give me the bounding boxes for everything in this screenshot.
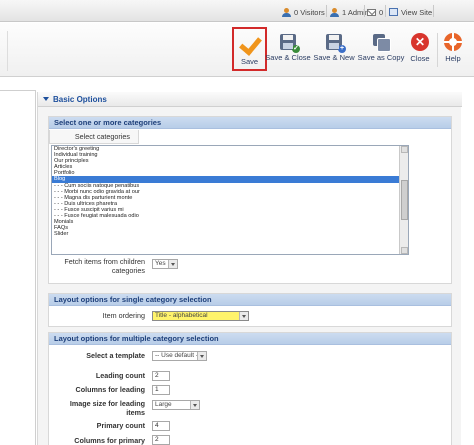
save-new-button[interactable]: + Save & New xyxy=(313,27,355,71)
save-label: Save xyxy=(240,57,259,66)
save-close-label: Save & Close xyxy=(265,53,311,62)
status-divider xyxy=(364,5,365,17)
close-button[interactable]: ✕ Close xyxy=(406,27,434,71)
save-new-label: Save & New xyxy=(313,53,355,62)
panel-title: Basic Options xyxy=(53,94,107,104)
admin-icon xyxy=(330,7,339,17)
help-label: Help xyxy=(445,54,461,63)
item-ordering-select[interactable]: Title - alphabetical xyxy=(152,311,249,321)
category-options: Director's greeting Individual training Ou… xyxy=(52,146,408,237)
toolbar: Save ✓ Save & Close + Save & New Save as… xyxy=(0,23,474,77)
mail-icon xyxy=(367,8,376,16)
status-divider xyxy=(385,5,386,17)
fetch-children-value: Yes xyxy=(155,260,166,267)
template-select[interactable]: -- Use default -- xyxy=(152,351,207,361)
categories-heading: Select one or more categories xyxy=(49,117,451,129)
categories-section: Select one or more categories Select cat… xyxy=(48,116,452,284)
messages-indicator[interactable]: 0 xyxy=(367,6,383,18)
columns-leading-input[interactable]: 1 xyxy=(152,385,170,395)
item-ordering-value: Title - alphabetical xyxy=(155,312,208,319)
chevron-down-icon xyxy=(197,352,206,360)
leading-count-label: Leading count xyxy=(95,371,145,380)
save-close-icon: ✓ xyxy=(280,34,300,53)
image-size-select[interactable]: Large xyxy=(152,400,200,410)
template-value: -- Use default -- xyxy=(155,352,201,359)
save-new-icon: + xyxy=(326,34,346,53)
view-site-link[interactable]: View Site xyxy=(389,6,432,18)
template-label: Select a template xyxy=(86,351,145,360)
save-as-copy-button[interactable]: Save as Copy xyxy=(357,27,405,71)
single-category-section: Layout options for single category selec… xyxy=(48,293,452,327)
primary-count-label: Primary count xyxy=(96,421,145,430)
scroll-up-arrow[interactable] xyxy=(401,146,408,153)
image-size-value: Large xyxy=(155,401,172,408)
select-categories-label: Select categories xyxy=(49,130,139,144)
view-site-label: View Site xyxy=(401,7,433,17)
category-option[interactable]: Slider xyxy=(52,231,408,237)
toolbar-edge xyxy=(0,31,8,71)
columns-primary-input[interactable]: 2 xyxy=(152,435,170,445)
messages-count: 0 xyxy=(379,7,384,17)
scroll-down-arrow[interactable] xyxy=(401,247,408,254)
multiple-category-section: Layout options for multiple category sel… xyxy=(48,332,452,445)
multiple-category-heading: Layout options for multiple category sel… xyxy=(49,333,451,345)
toolbar-divider xyxy=(437,33,438,67)
status-divider xyxy=(326,5,327,17)
collapse-arrow-icon xyxy=(43,97,49,101)
close-label: Close xyxy=(410,54,430,63)
listbox-scrollbar[interactable] xyxy=(399,146,408,254)
categories-listbox[interactable]: Director's greeting Individual training Ou… xyxy=(51,145,409,255)
columns-primary-label: Columns for primary xyxy=(74,436,145,445)
admins-label: 1 Admin xyxy=(342,7,370,17)
status-divider xyxy=(433,5,434,17)
badge-plus-icon: + xyxy=(338,45,346,53)
checkmark-icon xyxy=(240,34,260,54)
chevron-down-icon xyxy=(239,312,248,320)
view-site-icon xyxy=(389,8,398,16)
close-icon: ✕ xyxy=(411,33,429,51)
save-button[interactable]: Save xyxy=(232,27,267,71)
fetch-children-select[interactable]: Yes xyxy=(152,259,178,269)
visitors-icon xyxy=(282,7,291,17)
basic-options-header[interactable]: Basic Options xyxy=(38,92,462,107)
chevron-down-icon xyxy=(190,401,199,409)
left-panel xyxy=(0,90,36,445)
scroll-thumb[interactable] xyxy=(401,180,408,220)
badge-check-icon: ✓ xyxy=(292,45,300,53)
item-ordering-label: Item ordering xyxy=(102,311,145,320)
columns-leading-label: Columns for leading xyxy=(75,385,145,394)
visitors-label: 0 Visitors xyxy=(294,7,325,17)
save-close-button[interactable]: ✓ Save & Close xyxy=(265,27,311,71)
chevron-down-icon xyxy=(168,260,177,268)
image-size-label: Image size for leading items xyxy=(69,399,145,417)
copy-icon xyxy=(373,34,391,52)
save-copy-label: Save as Copy xyxy=(357,53,405,62)
primary-count-input[interactable]: 4 xyxy=(152,421,170,431)
help-button[interactable]: Help xyxy=(440,27,466,71)
leading-count-input[interactable]: 2 xyxy=(152,371,170,381)
basic-options-panel: Basic Options Select one or more categor… xyxy=(37,92,462,445)
visitors-indicator[interactable]: 0 Visitors xyxy=(282,6,325,18)
status-bar: 0 Visitors 1 Admin 0 View Site xyxy=(0,0,474,22)
single-category-heading: Layout options for single category selec… xyxy=(49,294,451,306)
help-lifebuoy-icon xyxy=(444,33,462,51)
fetch-children-label: Fetch items from children categories xyxy=(64,257,145,275)
